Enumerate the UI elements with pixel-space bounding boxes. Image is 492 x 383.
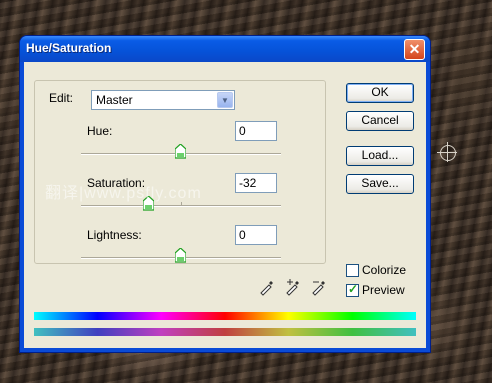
preview-label: Preview xyxy=(362,283,405,297)
eyedropper-minus-icon[interactable] xyxy=(310,278,328,296)
eyedropper-icon[interactable] xyxy=(258,278,276,296)
saturation-input-value: -32 xyxy=(239,176,257,190)
ok-button[interactable]: OK xyxy=(346,83,414,103)
saturation-slider-track[interactable] xyxy=(81,195,281,211)
colorize-checkbox[interactable] xyxy=(346,264,359,277)
lightness-slider-track[interactable] xyxy=(81,247,281,263)
slider-thumb-icon xyxy=(142,195,155,211)
title-bar[interactable]: Hue/Saturation ✕ xyxy=(20,36,430,62)
hue-slider-track[interactable] xyxy=(81,143,281,159)
dialog-body: Edit: Master ▼ Hue: 0 Saturation: -32 Li… xyxy=(24,62,426,348)
slider-thumb-icon xyxy=(174,247,187,263)
load-button[interactable]: Load... xyxy=(346,146,414,166)
eyedropper-plus-icon[interactable] xyxy=(284,278,302,296)
lightness-input-value: 0 xyxy=(239,228,246,242)
hue-slider-thumb[interactable] xyxy=(174,143,187,159)
saturation-label: Saturation: xyxy=(87,176,146,190)
preview-checkbox[interactable]: ✓ xyxy=(346,282,359,297)
lightness-slider-thumb[interactable] xyxy=(174,247,187,263)
dialog-title: Hue/Saturation xyxy=(26,41,112,55)
saturation-slider-thumb[interactable] xyxy=(142,195,155,211)
colorize-label: Colorize xyxy=(362,263,407,277)
edit-label: Edit: xyxy=(47,91,76,105)
hue-label: Hue: xyxy=(87,124,113,138)
save-button[interactable]: Save... xyxy=(346,174,414,194)
cancel-button[interactable]: Cancel xyxy=(346,111,414,131)
slider-thumb-icon xyxy=(174,143,187,159)
hue-saturation-dialog: Hue/Saturation ✕ Edit: Master ▼ Hue: 0 S… xyxy=(20,36,430,352)
close-button[interactable]: ✕ xyxy=(404,39,425,60)
saturation-input[interactable]: -32 xyxy=(235,173,277,193)
saturation-center-tick xyxy=(181,202,182,206)
edit-dropdown[interactable]: Master ▼ xyxy=(91,90,235,110)
input-color-bar xyxy=(34,312,416,320)
chevron-down-icon[interactable]: ▼ xyxy=(217,92,233,108)
crosshair-icon xyxy=(437,142,457,162)
hue-input-value: 0 xyxy=(239,124,246,138)
hue-input[interactable]: 0 xyxy=(235,121,277,141)
edit-dropdown-value: Master xyxy=(96,93,133,107)
close-icon: ✕ xyxy=(408,41,421,57)
output-color-bar xyxy=(34,328,416,336)
checkmark-icon: ✓ xyxy=(348,282,359,296)
adjustment-group: Edit: Master ▼ Hue: 0 Saturation: -32 Li… xyxy=(34,80,326,264)
lightness-input[interactable]: 0 xyxy=(235,225,277,245)
lightness-label: Lightness: xyxy=(87,228,142,242)
